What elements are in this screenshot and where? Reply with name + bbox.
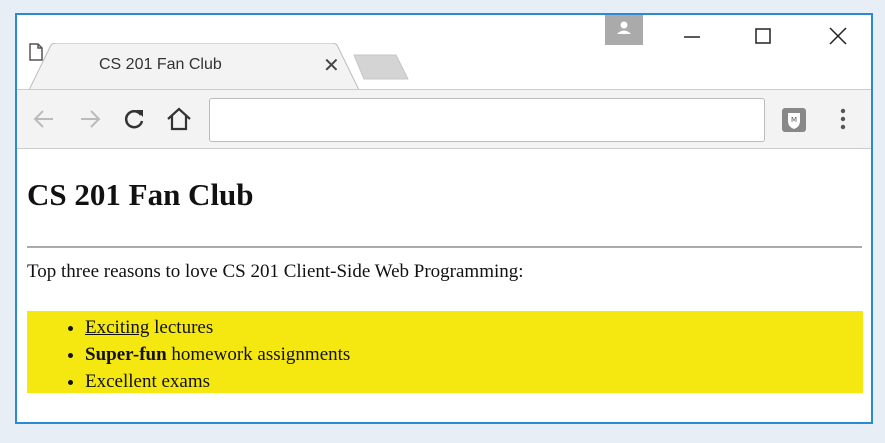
svg-text:M: M	[791, 116, 797, 124]
address-bar[interactable]	[209, 98, 765, 142]
item-text: Excellent exams	[85, 371, 211, 392]
tab-close-icon[interactable]: ✕	[323, 53, 340, 77]
bold-text: Super-fun	[85, 344, 167, 365]
intro-paragraph: Top three reasons to love CS 201 Client-…	[27, 261, 524, 282]
maximize-icon[interactable]	[748, 25, 778, 49]
list-item: Super-fun homework assignments	[85, 341, 863, 368]
reasons-list: Exciting lectures Super-fun homework ass…	[27, 311, 863, 393]
minimize-icon[interactable]	[677, 25, 707, 49]
exciting-link[interactable]: Exciting	[85, 317, 149, 338]
list-item: Excellent exams	[85, 368, 863, 395]
page-icon	[29, 43, 43, 61]
person-icon	[617, 21, 631, 34]
forward-icon[interactable]	[77, 106, 103, 132]
new-tab-button[interactable]	[352, 53, 410, 83]
home-icon[interactable]	[165, 106, 193, 132]
menu-icon[interactable]	[835, 106, 851, 132]
reload-icon[interactable]	[121, 106, 147, 132]
tab-active[interactable]: CS 201 Fan Club ✕	[29, 43, 359, 90]
extension-icon[interactable]: M	[781, 107, 807, 133]
page-heading: CS 201 Fan Club	[27, 177, 254, 212]
page-content: CS 201 Fan Club Top three reasons to lov…	[17, 149, 871, 422]
item-text: lectures	[149, 317, 214, 338]
tab-strip: CS 201 Fan Club ✕	[17, 15, 871, 90]
toolbar: M	[17, 89, 871, 149]
item-text: homework assignments	[166, 344, 351, 365]
list-item: Exciting lectures	[85, 314, 863, 341]
back-icon[interactable]	[31, 106, 57, 132]
close-window-icon[interactable]	[823, 25, 853, 49]
profile-button[interactable]	[605, 15, 643, 45]
tab-title: CS 201 Fan Club	[99, 56, 222, 73]
horizontal-rule	[27, 246, 862, 248]
browser-window: CS 201 Fan Club ✕ M CS 201 Fan Club Top …	[15, 13, 873, 424]
